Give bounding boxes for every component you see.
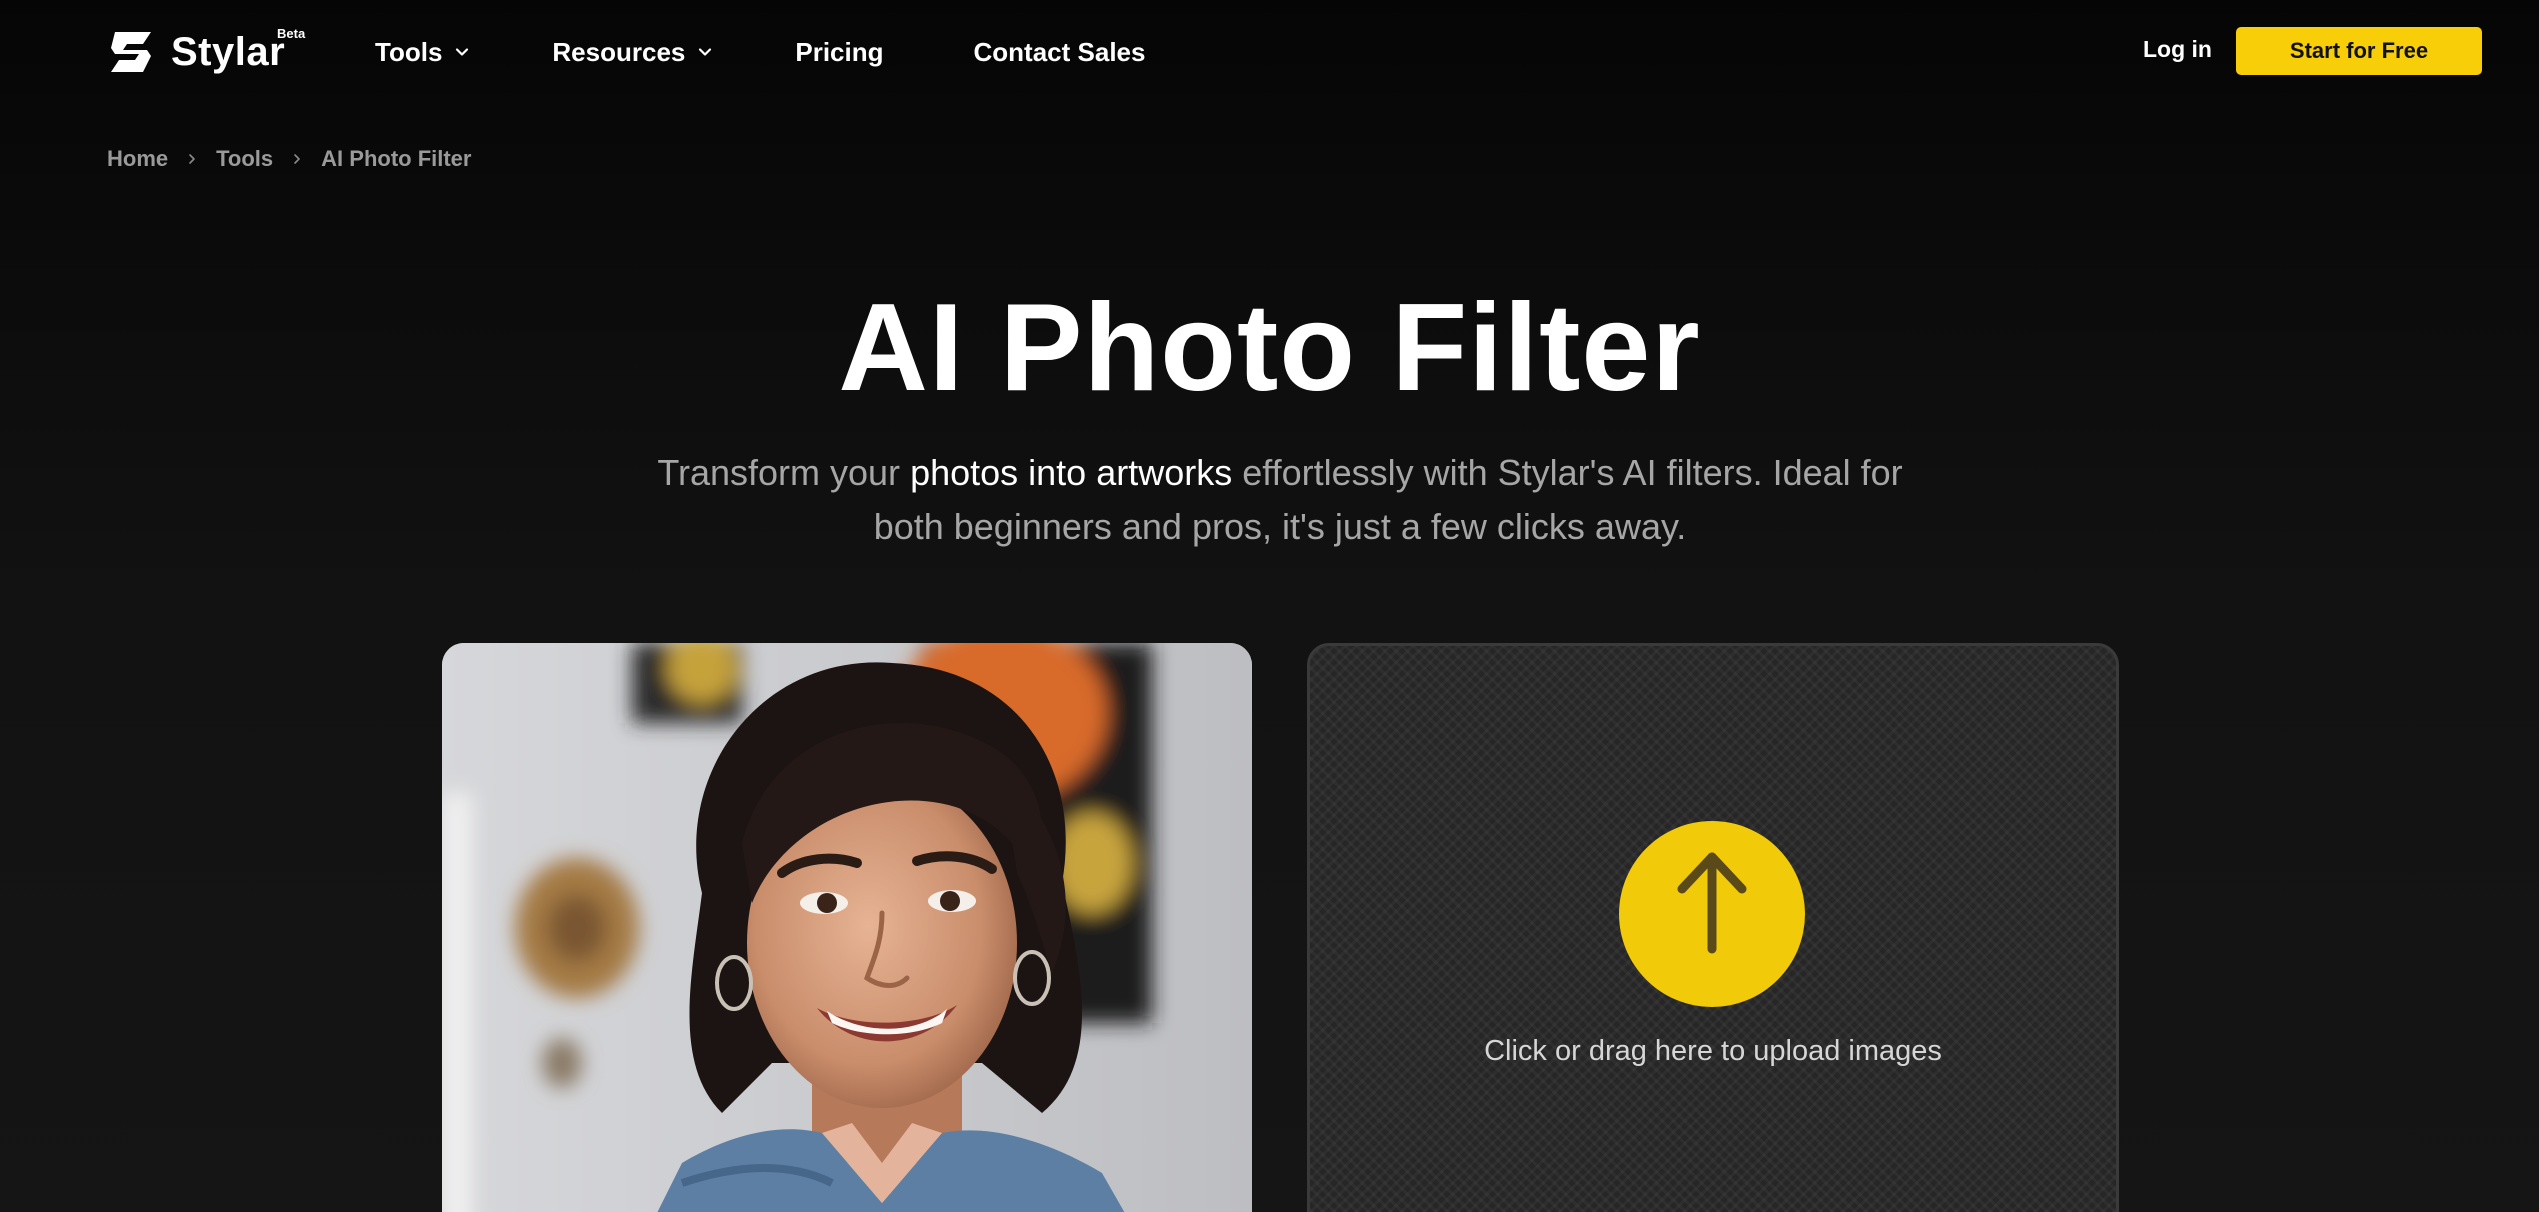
arrow-up-icon (1677, 852, 1747, 954)
page-subtitle: Transform your photos into artworks effo… (650, 446, 1910, 554)
breadcrumb: Home Tools AI Photo Filter (107, 146, 471, 172)
subtitle-highlight: photos into artworks (910, 452, 1233, 493)
beta-badge: Beta (277, 26, 306, 41)
nav-links: Tools Resources Pricing Contact Sales (375, 30, 1145, 74)
nav-item-label: Contact Sales (973, 36, 1146, 67)
chevron-right-icon (189, 154, 195, 164)
breadcrumb-tools[interactable]: Tools (216, 146, 273, 172)
brand-name: Stylar (171, 29, 286, 74)
nav-item-tools[interactable]: Tools (375, 37, 470, 68)
image-upload-dropzone[interactable]: Click or drag here to upload images (1307, 643, 2119, 1212)
chevron-down-icon (699, 48, 712, 56)
chevron-right-icon (294, 154, 300, 164)
nav-item-contact-sales[interactable]: Contact Sales (974, 37, 1146, 68)
chevron-down-icon (456, 48, 469, 56)
upload-button[interactable] (1619, 821, 1805, 1007)
breadcrumb-home[interactable]: Home (107, 146, 168, 172)
upload-prompt: Click or drag here to upload images (1484, 1035, 1942, 1067)
stylar-logo-icon (111, 32, 151, 72)
nav-item-label: Resources (552, 36, 686, 67)
nav-item-label: Tools (375, 36, 443, 67)
logo[interactable]: Stylar Beta (107, 26, 305, 78)
breadcrumb-current: AI Photo Filter (321, 146, 472, 171)
top-navigation: Stylar Beta Tools Resources Pricing Cont… (0, 0, 2539, 104)
sample-portrait-image (442, 643, 1252, 1212)
subtitle-text: Transform your (657, 452, 911, 493)
page-title: AI Photo Filter (838, 279, 1701, 417)
nav-item-resources[interactable]: Resources (552, 37, 713, 68)
start-for-free-button[interactable]: Start for Free (2236, 27, 2482, 75)
nav-item-pricing[interactable]: Pricing (795, 37, 883, 68)
nav-item-label: Pricing (795, 36, 884, 67)
login-link[interactable]: Log in (2143, 36, 2212, 63)
